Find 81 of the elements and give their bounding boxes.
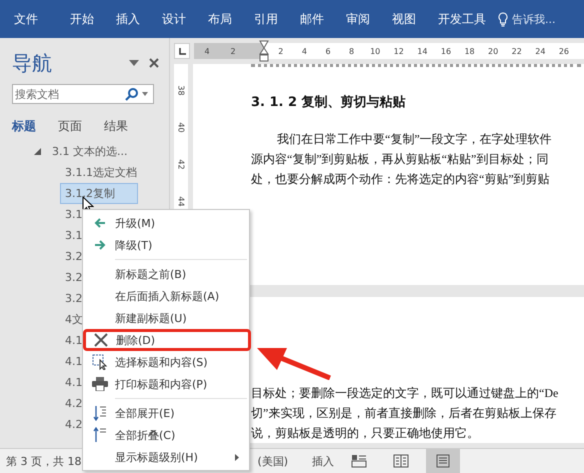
read-mode-icon [393,454,410,468]
printer-icon [92,377,108,391]
menu-item[interactable]: 打印标题和内容(P) [85,373,247,395]
section-heading: 3. 1. 2 复制、剪切与粘贴 [251,94,407,111]
paragraph-line: 源内容“复制”到剪贴板，再从剪贴板“粘贴”到目标处；同 [251,151,550,168]
ruler-number: 38 [176,85,186,96]
view-button[interactable] [426,449,460,473]
ribbon-tab[interactable]: 设计 [162,10,186,28]
ribbon-tab[interactable]: 插入 [116,10,140,28]
ruler-number: 4 [300,46,308,56]
paragraph-line: 切”来实现，区别是，前者直接删除，后者在剪贴板上保存 [251,405,558,422]
insert-mode: 插入 [312,454,334,468]
ruler-number: 18 [463,46,476,56]
paragraph-line: 目标处；要删除一段选定的文字，既可以通过键盘上的“De [251,385,560,402]
indent-marker-icon[interactable] [259,40,269,62]
menu-item[interactable]: 选择标题和内容(S) [85,351,247,373]
select-content-icon [92,354,108,370]
collapse-all-icon [93,427,107,443]
ruler-number: 40 [176,122,186,133]
ribbon-tab[interactable]: 邮件 [300,10,324,28]
search-icon [125,88,138,100]
web-layout-icon [351,454,368,468]
heading-item[interactable]: 3.1.1选定文档 [60,162,142,183]
arrow-left-icon [94,218,106,228]
page-count: 第 3 页，共 18 [6,454,82,468]
heading-item[interactable]: 3.1.2复制 [60,183,138,204]
ruler-number: 26 [558,46,570,56]
tell-me-field[interactable]: 告诉我... [512,12,556,26]
ruler-number: 22 [510,46,523,56]
menu-item[interactable]: 新建副标题(U) [85,307,247,329]
ruler-number: 2 [277,46,284,56]
pane-title: 导航 [12,50,53,76]
menu-item[interactable]: 全部折叠(C) [85,424,247,446]
heading-item[interactable]: 3.1 文本的选... [47,141,132,162]
arrow-right-icon [94,240,106,250]
ribbon-tab[interactable]: 布局 [208,10,232,28]
menu-item[interactable]: 删除(D) [83,329,251,351]
collapse-triangle-icon[interactable] [34,148,41,155]
language-indicator: (美国) [258,454,288,468]
menu-item[interactable]: 降级(T) [85,234,247,256]
ruler-number: 14 [416,46,428,56]
paragraph-line: 处，也要分解成两个动作：先将选定的内容“剪贴”到剪贴 [251,171,551,188]
menu-item[interactable]: 显示标题级别(H) [85,446,247,468]
menu-item[interactable]: 在后面插入新标题(A) [85,285,247,307]
ruler-number: 12 [392,46,405,56]
submenu-arrow-icon [235,454,239,460]
ruler-number: 20 [487,46,500,56]
ruler-number: 2 [229,46,237,56]
tab-stop-selector[interactable] [174,43,190,59]
paragraph-line: 我们在日常工作中要“复制”一段文字，在字处理软件 [276,131,553,148]
ribbon-tab[interactable]: 引用 [254,10,278,28]
delete-x-icon [94,333,108,347]
ruler-number: 4 [203,46,211,56]
menu-item[interactable]: 全部展开(E) [85,402,247,424]
close-icon[interactable] [149,58,159,68]
ribbon-tab[interactable]: 开发工具 [438,10,486,28]
menu-item[interactable]: 升级(M) [85,212,247,234]
ruler-number: 24 [534,46,546,56]
pane-tab[interactable]: 标题 [12,118,36,135]
paragraph-line: 说，剪贴板是透明的，只要正确地使用它。 [251,425,480,442]
pane-tab[interactable]: 结果 [104,118,128,135]
menu-item[interactable]: 新标题之前(B) [85,263,247,285]
ribbon-tab[interactable]: 文件 [14,10,38,28]
pane-tab[interactable]: 页面 [58,118,82,135]
ruler-number: 42 [176,159,186,170]
expand-all-icon [93,405,107,421]
ruler-number: 44 [176,196,186,207]
ribbon-tab[interactable]: 视图 [392,10,416,28]
ribbon-tab[interactable]: 审阅 [346,10,370,28]
ruler-number: 16 [440,46,452,56]
dropdown-icon[interactable] [129,60,139,66]
lightbulb-icon [498,12,508,26]
search-field[interactable]: 搜索文档 [12,84,154,104]
search-input[interactable]: 搜索文档 [13,88,121,100]
ruler-number: 10 [369,46,382,56]
ruler-number: 8 [348,46,356,56]
dropdown-icon[interactable] [142,92,148,96]
ribbon-tab[interactable]: 开始 [70,10,94,28]
print-layout-icon [435,454,452,468]
ruler-number: 6 [324,46,332,56]
left-tab-icon [178,48,186,54]
